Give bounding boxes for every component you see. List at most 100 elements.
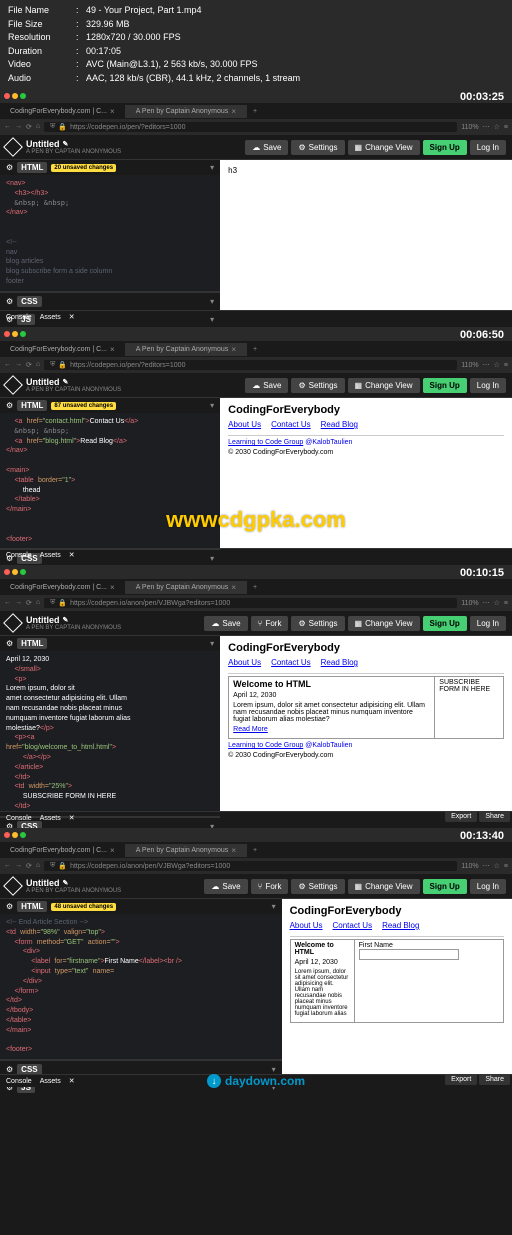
read-more-link[interactable]: Read More — [233, 726, 268, 733]
star-icon[interactable]: ☆ — [494, 361, 500, 369]
signup-button[interactable]: Sign Up — [423, 616, 467, 631]
html-code-editor[interactable]: <nav> <h3></h3> &nbsp; &nbsp; </nav> <!-… — [0, 175, 220, 291]
html-editor-header[interactable]: ⚙HTML87 unsaved changes▾ — [0, 398, 220, 413]
forward-icon[interactable]: → — [15, 862, 22, 870]
nav-about[interactable]: About Us — [290, 921, 323, 930]
close-icon[interactable]: × — [231, 583, 236, 592]
minimize-icon[interactable] — [12, 93, 18, 99]
html-editor-header[interactable]: ⚙HTML▾ — [0, 636, 220, 651]
firstname-input[interactable] — [359, 949, 459, 960]
pencil-icon[interactable]: ✎ — [63, 879, 69, 887]
nav-blog[interactable]: Read Blog — [321, 420, 358, 429]
menu-icon[interactable]: ≡ — [504, 863, 508, 870]
nav-blog[interactable]: Read Blog — [382, 921, 419, 930]
html-code-editor[interactable]: <a href="contact.html">Contact Us</a> &n… — [0, 413, 220, 548]
address-input[interactable]: ⛨🔒https://codepen.io/anon/pen/VJBWga?edi… — [44, 861, 457, 871]
learning-link[interactable]: Learning to Code Group — [228, 439, 303, 446]
js-editor-header[interactable]: ⚙JS▾ — [0, 310, 220, 328]
new-tab-button[interactable]: + — [247, 847, 263, 854]
signup-button[interactable]: Sign Up — [423, 378, 467, 393]
console-tab[interactable]: Console — [6, 815, 32, 822]
maximize-icon[interactable] — [20, 93, 26, 99]
nav-blog[interactable]: Read Blog — [321, 658, 358, 667]
close-icon[interactable] — [4, 331, 10, 337]
login-button[interactable]: Log In — [470, 378, 506, 393]
chevron-down-icon[interactable]: ▾ — [210, 315, 214, 324]
codepen-logo-icon[interactable] — [3, 613, 23, 633]
nav-contact[interactable]: Contact Us — [271, 658, 311, 667]
tab-codepen[interactable]: A Pen by Captain Anonymous× — [126, 105, 247, 118]
share-button[interactable]: Share — [479, 1074, 510, 1085]
minimize-icon[interactable] — [12, 331, 18, 337]
maximize-icon[interactable] — [20, 832, 26, 838]
delete-icon[interactable]: ✕ — [69, 1077, 75, 1085]
close-icon[interactable]: × — [110, 107, 115, 116]
menu-icon[interactable]: ≡ — [504, 362, 508, 369]
tab-codepen[interactable]: A Pen by Captain Anonymous× — [126, 581, 247, 594]
home-icon[interactable]: ⌂ — [36, 599, 40, 607]
back-icon[interactable]: ← — [4, 599, 11, 607]
pencil-icon[interactable]: ✎ — [63, 378, 69, 386]
chevron-down-icon[interactable]: ▾ — [210, 639, 214, 648]
html-code-editor[interactable]: April 12, 2030 </small> <p> Lorem ipsum,… — [0, 651, 220, 816]
close-icon[interactable] — [4, 93, 10, 99]
html-editor-header[interactable]: ⚙HTML48 unsaved changes▾ — [0, 899, 282, 914]
more-icon[interactable]: ⋯ — [483, 123, 490, 131]
signup-button[interactable]: Sign Up — [423, 879, 467, 894]
chevron-down-icon[interactable]: ▾ — [272, 902, 276, 911]
home-icon[interactable]: ⌂ — [36, 361, 40, 369]
nav-about[interactable]: About Us — [228, 420, 261, 429]
home-icon[interactable]: ⌂ — [36, 123, 40, 131]
export-button[interactable]: Export — [445, 811, 477, 822]
codepen-logo-icon[interactable] — [3, 137, 23, 157]
reload-icon[interactable]: ⟳ — [26, 599, 32, 607]
new-tab-button[interactable]: + — [247, 108, 263, 115]
change-view-button[interactable]: ▦Change View — [348, 879, 420, 894]
console-tab[interactable]: Console — [6, 314, 32, 321]
menu-icon[interactable]: ≡ — [504, 124, 508, 131]
close-icon[interactable]: × — [231, 345, 236, 354]
close-icon[interactable] — [4, 569, 10, 575]
star-icon[interactable]: ☆ — [494, 862, 500, 870]
login-button[interactable]: Log In — [470, 879, 506, 894]
chevron-down-icon[interactable]: ▾ — [210, 297, 214, 306]
settings-button[interactable]: ⚙Settings — [291, 616, 344, 631]
share-button[interactable]: Share — [479, 811, 510, 822]
login-button[interactable]: Log In — [470, 140, 506, 155]
back-icon[interactable]: ← — [4, 123, 11, 131]
tab-codingforeverybody[interactable]: CodingForEverybody.com | C...× — [0, 343, 126, 356]
menu-icon[interactable]: ≡ — [504, 600, 508, 607]
save-button[interactable]: ☁Save — [204, 616, 247, 631]
address-input[interactable]: ⛨🔒https://codepen.io/anon/pen/VJBWga?edi… — [44, 598, 457, 608]
close-icon[interactable]: × — [231, 107, 236, 116]
assets-tab[interactable]: Assets — [40, 815, 61, 822]
forward-icon[interactable]: → — [15, 361, 22, 369]
assets-tab[interactable]: Assets — [40, 1078, 61, 1085]
export-button[interactable]: Export — [445, 1074, 477, 1085]
save-button[interactable]: ☁Save — [245, 140, 288, 155]
tab-codepen[interactable]: A Pen by Captain Anonymous× — [126, 343, 247, 356]
address-input[interactable]: ⛨🔒https://codepen.io/pen/?editors=1000 — [44, 122, 457, 132]
reload-icon[interactable]: ⟳ — [26, 361, 32, 369]
star-icon[interactable]: ☆ — [494, 599, 500, 607]
chevron-down-icon[interactable]: ▾ — [210, 401, 214, 410]
close-icon[interactable]: × — [110, 583, 115, 592]
assets-tab[interactable]: Assets — [40, 552, 61, 559]
chevron-down-icon[interactable]: ▾ — [272, 1065, 276, 1074]
html-code-editor[interactable]: <!-- End Article Section --> <td width="… — [0, 914, 282, 1059]
address-input[interactable]: ⛨🔒https://codepen.io/pen/?editors=1000 — [44, 360, 457, 370]
home-icon[interactable]: ⌂ — [36, 862, 40, 870]
reload-icon[interactable]: ⟳ — [26, 862, 32, 870]
console-tab[interactable]: Console — [6, 552, 32, 559]
tab-codingforeverybody[interactable]: CodingForEverybody.com | C...× — [0, 844, 126, 857]
close-icon[interactable]: × — [110, 846, 115, 855]
maximize-icon[interactable] — [20, 331, 26, 337]
maximize-icon[interactable] — [20, 569, 26, 575]
save-button[interactable]: ☁Save — [245, 378, 288, 393]
close-icon[interactable]: × — [110, 345, 115, 354]
settings-button[interactable]: ⚙Settings — [291, 879, 344, 894]
back-icon[interactable]: ← — [4, 361, 11, 369]
settings-button[interactable]: ⚙Settings — [291, 378, 344, 393]
console-tab[interactable]: Console — [6, 1078, 32, 1085]
fork-button[interactable]: ⑂Fork — [251, 616, 289, 631]
